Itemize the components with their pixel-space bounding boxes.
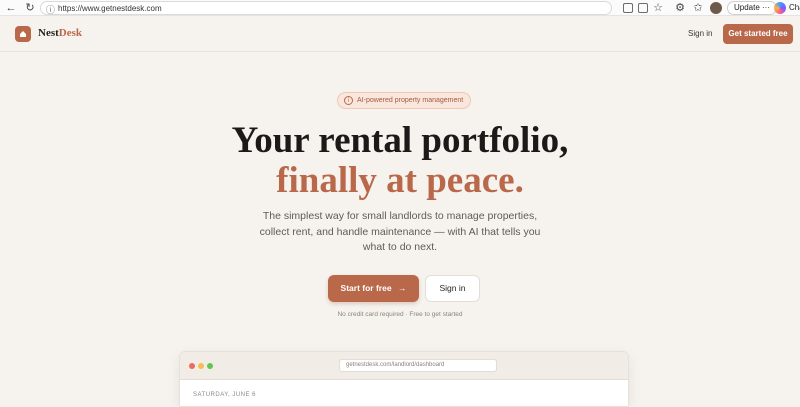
brand-name[interactable]: NestDesk <box>38 27 82 39</box>
hero-signin-button[interactable]: Sign in <box>425 275 480 302</box>
update-button[interactable]: Update ··· <box>727 1 778 15</box>
maximize-dot-icon <box>207 363 213 369</box>
dashboard-preview: getnestdesk.com/landlord/dashboard SATUR… <box>179 351 629 407</box>
copilot-label[interactable]: Cha <box>789 3 800 12</box>
star-icon[interactable]: ☆ <box>652 2 664 14</box>
house-icon[interactable] <box>15 26 31 42</box>
profile-avatar[interactable] <box>710 2 722 14</box>
site-info-icon[interactable]: ⓘ <box>46 3 55 16</box>
update-button-label: Update <box>734 3 760 12</box>
fine-print: No credit card required · Free to get st… <box>337 311 463 318</box>
site-header: NestDesk Sign in Get started free <box>0 16 800 52</box>
ai-badge: i AI-powered property management <box>337 92 471 109</box>
get-started-button[interactable]: Get started free <box>723 24 793 44</box>
hero-subtitle: The simplest way for small landlords to … <box>259 210 541 253</box>
header-signin-link[interactable]: Sign in <box>688 29 712 38</box>
info-icon: i <box>344 96 353 105</box>
hero-headline-accent: finally at peace. <box>276 160 524 201</box>
browser-toolbar: ← ↻ ⓘ https://www.getnestdesk.com ☆ ⚙ ✩ … <box>0 0 800 16</box>
preview-date: SATURDAY, JUNE 6 <box>193 392 257 398</box>
reader-icon[interactable] <box>638 3 648 13</box>
minimize-dot-icon <box>198 363 204 369</box>
brand-name-part2: Desk <box>58 27 83 39</box>
extensions-icon[interactable]: ⚙ <box>674 2 686 14</box>
close-dot-icon <box>189 363 195 369</box>
refresh-icon[interactable]: ↻ <box>24 2 36 14</box>
badge-text: AI-powered property management <box>357 97 464 104</box>
preview-url: getnestdesk.com/landlord/dashboard <box>339 359 497 372</box>
copilot-icon[interactable] <box>774 2 786 14</box>
hero-headline: Your rental portfolio, <box>231 120 569 161</box>
grid-icon[interactable] <box>623 3 633 13</box>
preview-titlebar: getnestdesk.com/landlord/dashboard <box>180 352 628 380</box>
address-bar-url: https://www.getnestdesk.com <box>58 4 162 13</box>
favorites-icon[interactable]: ✩ <box>692 2 704 14</box>
back-icon[interactable]: ← <box>5 2 17 14</box>
arrow-right-icon: → <box>397 283 407 293</box>
start-for-free-label: Start for free <box>340 283 392 293</box>
start-for-free-button[interactable]: Start for free → <box>328 275 419 302</box>
address-bar[interactable]: ⓘ https://www.getnestdesk.com <box>40 1 612 15</box>
brand-name-part1: Nest <box>38 27 59 39</box>
